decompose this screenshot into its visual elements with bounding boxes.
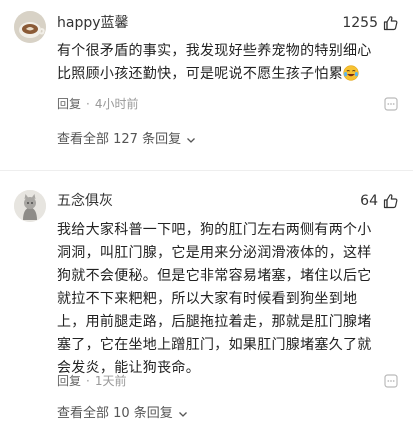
comment-meta: 回复 · 4小时前 xyxy=(57,96,138,112)
avatar[interactable] xyxy=(14,190,46,222)
like-button[interactable]: 1255 xyxy=(342,14,399,32)
comment-text-content: 有个很矛盾的事实，我发现好些养宠物的特别细心比照顾小孩还勤快，可是呢说不愿生孩子… xyxy=(57,43,372,82)
more-options-icon[interactable] xyxy=(383,96,399,112)
reply-button[interactable]: 回复 xyxy=(57,96,81,112)
like-count: 64 xyxy=(360,193,378,209)
crying-laughing-emoji-icon xyxy=(343,65,359,81)
chevron-down-icon xyxy=(187,138,196,143)
chevron-down-icon xyxy=(178,412,187,417)
view-all-replies-link[interactable]: 查看全部 10 条回复 xyxy=(57,405,189,423)
thumbs-up-icon xyxy=(383,194,398,209)
more-options-icon[interactable] xyxy=(383,373,399,389)
comment-text: 有个很矛盾的事实，我发现好些养宠物的特别细心比照顾小孩还勤快，可是呢说不愿生孩子… xyxy=(57,40,382,86)
comment-meta: 回复 · 1天前 xyxy=(57,373,126,389)
username[interactable]: 五念俱灰 xyxy=(57,192,113,210)
view-replies-label: 查看全部 127 条回复 xyxy=(57,132,182,147)
comment-time: 1天前 xyxy=(94,374,127,388)
like-count: 1255 xyxy=(342,15,378,31)
comment-text: 我给大家科普一下吧，狗的肛门左右两侧有两个小洞洞，叫肛门腺，它是用来分泌润滑液体… xyxy=(57,222,372,376)
view-all-replies-link[interactable]: 查看全部 127 条回复 xyxy=(57,131,197,149)
view-replies-label: 查看全部 10 条回复 xyxy=(57,406,173,421)
meta-separator: · xyxy=(86,374,90,388)
reply-button[interactable]: 回复 xyxy=(57,373,81,389)
coffee-avatar-image xyxy=(14,11,46,43)
avatar[interactable] xyxy=(14,11,46,43)
comment-time: 4小时前 xyxy=(94,97,139,111)
cat-avatar-image xyxy=(14,190,46,222)
like-button[interactable]: 64 xyxy=(360,192,399,210)
username[interactable]: happy蓝馨 xyxy=(57,14,129,32)
meta-separator: · xyxy=(86,97,90,111)
comment-divider xyxy=(0,170,413,171)
thumbs-up-icon xyxy=(383,16,398,31)
